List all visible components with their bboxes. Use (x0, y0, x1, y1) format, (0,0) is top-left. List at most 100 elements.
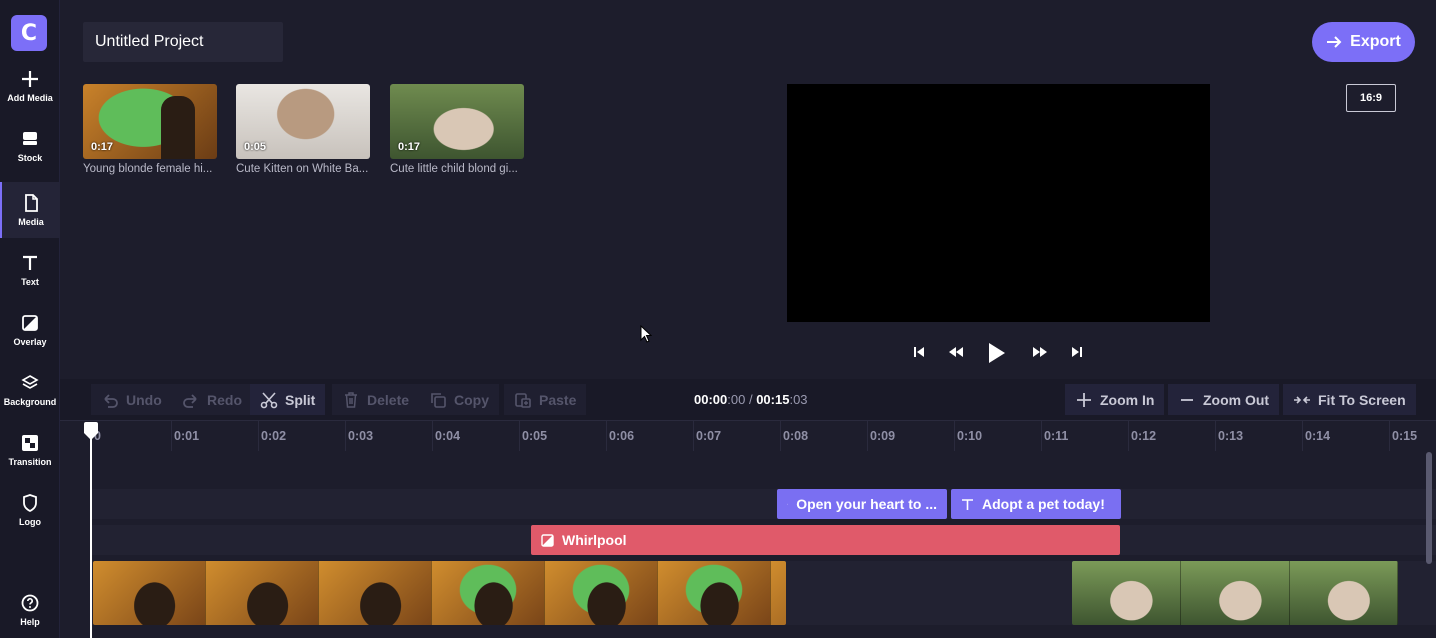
aspect-ratio-button[interactable]: 16:9 (1346, 84, 1396, 112)
sidebar-item-background[interactable]: Background (0, 362, 60, 418)
fit-to-screen-label: Fit To Screen (1318, 391, 1406, 408)
ruler-tick-line (954, 421, 955, 451)
fast-forward-button[interactable] (1030, 341, 1050, 363)
rewind-button[interactable] (946, 341, 966, 363)
ruler-tick-label: 0:02 (261, 429, 287, 443)
timeline-ruler[interactable]: 0 0:01 0:02 0:03 0:04 0:05 0:06 0:07 0:08 0:09 0:1… (60, 420, 1436, 451)
layers-icon (21, 374, 39, 389)
ruler-tick-label: 0:10 (957, 429, 983, 443)
sidebar-item-transition[interactable]: Transition (0, 422, 60, 478)
ruler-tick-label: 0:06 (609, 429, 635, 443)
sidebar-item-stock[interactable]: Stock (0, 118, 60, 174)
total-time-frames: :03 (789, 392, 808, 407)
video-preview[interactable] (787, 84, 1210, 322)
media-item[interactable]: 0:17 Cute little child blond gi... (390, 84, 524, 175)
text-clip[interactable]: Open your heart to ... (777, 489, 947, 519)
media-name: Cute Kitten on White Ba... (236, 163, 368, 175)
shield-icon (23, 493, 37, 512)
sidebar-item-help[interactable]: Help (0, 582, 60, 638)
ruler-tick-line (519, 421, 520, 451)
paste-button[interactable]: Paste (504, 384, 587, 415)
sidebar-item-text[interactable]: Text (0, 242, 60, 298)
sidebar-item-add-media[interactable]: Add Media (0, 58, 60, 114)
zoom-in-label: Zoom In (1100, 391, 1155, 408)
sidebar-item-label: Text (21, 276, 39, 287)
ruler-tick-label: 0:07 (696, 429, 722, 443)
sidebar: C Add Media Stock Media Text Overlay Bac… (0, 0, 60, 638)
clip-frame (658, 561, 771, 625)
file-icon (25, 193, 38, 212)
copy-button[interactable]: Copy (419, 384, 499, 415)
media-item[interactable]: 0:05 Cute Kitten on White Ba... (236, 84, 370, 175)
fast-forward-icon (1033, 347, 1047, 357)
help-icon (21, 594, 39, 611)
sidebar-item-label: Add Media (7, 92, 53, 103)
playhead[interactable] (90, 430, 92, 638)
sidebar-item-label: Background (3, 396, 57, 407)
timeline-scrollbar[interactable] (1426, 452, 1432, 564)
sidebar-item-media[interactable]: Media (0, 182, 60, 238)
sidebar-item-label: Help (20, 616, 40, 627)
video-clip[interactable] (93, 561, 786, 625)
fit-to-screen-button[interactable]: Fit To Screen (1283, 384, 1416, 415)
media-duration: 0:05 (244, 141, 267, 153)
overlay-clip[interactable]: Whirlpool (531, 525, 1120, 555)
text-clip[interactable]: Adopt a pet today! (951, 489, 1121, 519)
timeline-toolbar: Undo Redo Split Delete Copy Paste 00:00:… (60, 379, 1436, 420)
ruler-tick-label: 0:05 (522, 429, 548, 443)
time-separator: / (748, 392, 753, 407)
overlay-icon (541, 533, 554, 547)
export-button[interactable]: Export (1312, 22, 1415, 62)
ruler-tick-label: 0:04 (435, 429, 461, 443)
ruler-tick-line (1215, 421, 1216, 451)
media-thumbnail: 0:17 (83, 84, 217, 159)
current-time-frames: :00 (727, 392, 746, 407)
text-icon (23, 255, 37, 270)
scissors-icon (260, 391, 278, 408)
split-button[interactable]: Split (250, 384, 326, 415)
ruler-tick-label: 0:01 (174, 429, 200, 443)
overlay-icon (22, 314, 38, 331)
ruler-tick-label: 0:15 (1392, 429, 1418, 443)
export-label: Export (1350, 33, 1401, 50)
text-clip-label: Adopt a pet today! (982, 496, 1105, 512)
text-clip-label: Open your heart to ... (796, 496, 937, 512)
zoom-in-button[interactable]: Zoom In (1065, 384, 1165, 415)
delete-button[interactable]: Delete (332, 384, 420, 415)
clip-frame (1072, 561, 1181, 625)
skip-to-end-button[interactable] (1069, 341, 1085, 363)
media-name: Cute little child blond gi... (390, 163, 518, 175)
sidebar-item-logo[interactable]: Logo (0, 482, 60, 538)
sidebar-item-overlay[interactable]: Overlay (0, 302, 60, 358)
sidebar-item-label: Stock (17, 152, 43, 163)
zoom-out-button[interactable]: Zoom Out (1168, 384, 1280, 415)
app-logo[interactable]: C (11, 15, 47, 51)
project-title-input[interactable]: Untitled Project (83, 22, 283, 62)
text-icon (962, 498, 973, 510)
ruler-tick-label: 0:12 (1131, 429, 1157, 443)
media-name: Young blonde female hi... (83, 163, 213, 175)
undo-button[interactable]: Undo (91, 384, 172, 415)
ruler-tick-line (606, 421, 607, 451)
ruler-tick-label: 0:08 (783, 429, 809, 443)
media-item[interactable]: 0:17 Young blonde female hi... (83, 84, 217, 175)
total-time: 00:15 (756, 392, 790, 407)
sidebar-item-label: Logo (19, 516, 41, 527)
skip-to-start-button[interactable] (911, 341, 927, 363)
copy-label: Copy (454, 391, 489, 408)
playhead-handle[interactable] (83, 421, 99, 441)
subject-silhouette (161, 96, 195, 159)
clip-frame (1290, 561, 1398, 625)
clip-frame (93, 561, 206, 625)
arrow-right-icon (1327, 36, 1342, 48)
delete-label: Delete (367, 391, 410, 408)
copy-icon (431, 392, 446, 408)
zoom-out-label: Zoom Out (1203, 391, 1270, 408)
ruler-tick-line (1128, 421, 1129, 451)
transition-icon (22, 434, 38, 451)
play-button[interactable] (985, 341, 1009, 365)
ruler-tick-line (1302, 421, 1303, 451)
text-icon (787, 503, 789, 505)
redo-button[interactable]: Redo (172, 384, 252, 415)
video-clip[interactable] (1072, 561, 1398, 625)
